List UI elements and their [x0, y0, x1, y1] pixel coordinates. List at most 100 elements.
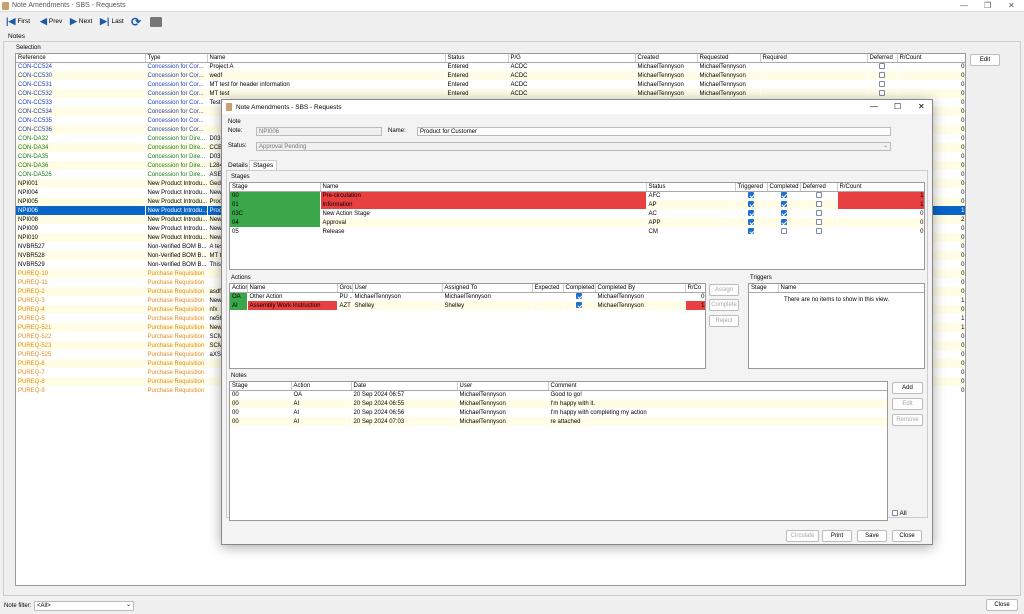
actions-column-header[interactable]: Expected — [532, 284, 564, 293]
all-checkbox[interactable] — [892, 510, 898, 517]
stages-column-header[interactable]: Name — [320, 183, 647, 192]
close-dialog-button[interactable]: Close — [892, 530, 922, 542]
tab-notes[interactable]: Notes — [8, 33, 25, 40]
reject-button[interactable]: Reject — [709, 315, 739, 327]
assign-button[interactable]: Assign — [709, 284, 739, 296]
actions-column-header[interactable]: Assigned To — [442, 284, 533, 293]
stages-column-header[interactable]: R/Count — [837, 183, 924, 192]
actions-column-header[interactable]: Completed — [563, 284, 596, 293]
triggered-checkbox[interactable] — [748, 210, 754, 217]
selection-column-header[interactable]: Reference — [16, 54, 146, 63]
selection-column-header[interactable]: Name — [207, 54, 446, 63]
close-main-button[interactable]: Close — [986, 599, 1018, 611]
refresh-button[interactable]: ⟳ — [131, 15, 143, 29]
deferred-checkbox[interactable] — [815, 219, 822, 226]
deferred-checkbox[interactable] — [815, 192, 822, 199]
stages-table[interactable]: Stage Name Status Triggered Completed Deferre… — [229, 182, 925, 270]
stage-row[interactable]: 00 Pre-circulation AFC 1 — [230, 191, 924, 200]
actions-column-header[interactable]: Completed By — [595, 284, 686, 293]
note-row[interactable]: 00 AI 20 Sep 2024 06:56 MichaelTennyson I'm … — [230, 408, 887, 417]
triggered-checkbox[interactable] — [748, 228, 754, 235]
triggers-table[interactable]: Stage Name There are no items to show in … — [748, 283, 925, 369]
first-button[interactable]: |◀ First — [6, 15, 30, 28]
note-row[interactable]: 00 AI 20 Sep 2024 07:03 MichaelTennyson re a… — [230, 417, 887, 426]
name-field[interactable]: Product for Customer — [417, 127, 891, 136]
deferred-checkbox[interactable] — [879, 72, 885, 79]
completed-checkbox[interactable] — [780, 228, 787, 235]
actions-column-header[interactable]: R/Co — [685, 284, 705, 293]
stages-column-header[interactable]: Completed — [767, 183, 801, 192]
triggered-checkbox[interactable] — [748, 219, 754, 226]
stage-row[interactable]: 05 Release CM 0 — [230, 227, 924, 236]
selection-column-header[interactable]: P/G — [508, 54, 636, 63]
deferred-checkbox[interactable] — [815, 210, 822, 217]
selection-column-header[interactable]: Required — [760, 54, 868, 63]
actions-table[interactable]: ActionNameGroupUserAssigned ToExpectedCo… — [229, 283, 706, 369]
deferred-checkbox[interactable] — [879, 90, 885, 97]
all-checkbox-row[interactable]: All — [892, 510, 907, 517]
table-row[interactable]: CON-CC524 Concession for Cor... Project AE… — [16, 62, 965, 71]
selection-column-header[interactable]: R/Count — [897, 54, 965, 63]
close-window-icon[interactable]: ✕ — [1008, 1, 1015, 10]
actions-column-header[interactable]: User — [352, 284, 443, 293]
completed-checkbox[interactable] — [780, 192, 787, 199]
actions-column-header[interactable]: Action — [230, 284, 248, 293]
table-row[interactable]: CON-CC530 Concession for Cor... wedf Entere… — [16, 71, 965, 80]
stages-column-header[interactable]: Deferred — [800, 183, 838, 192]
notes-column-header[interactable]: Comment — [548, 382, 887, 391]
remove-note-button[interactable]: Remove — [892, 414, 923, 426]
notes-column-header[interactable]: Date — [351, 382, 458, 391]
status-select[interactable]: Approval Pending ⌄ — [256, 142, 891, 151]
selection-column-header[interactable]: Created — [635, 54, 698, 63]
edit-note-button[interactable]: Edit — [892, 398, 923, 410]
completed-checkbox[interactable] — [780, 219, 787, 226]
note-row[interactable]: 00 OA 20 Sep 2024 06:57 MichaelTennyson Good… — [230, 390, 887, 399]
tab-stages[interactable]: Stages — [249, 160, 278, 170]
stage-row[interactable]: 03C New Action Stage AC 0 — [230, 209, 924, 218]
next-button[interactable]: ▶ Next — [70, 15, 92, 28]
dialog-maximize-icon[interactable]: ☐ — [894, 102, 901, 111]
deferred-checkbox[interactable] — [879, 81, 885, 88]
notes-column-header[interactable]: User — [457, 382, 549, 391]
dialog-minimize-icon[interactable]: — — [870, 102, 878, 111]
notes-table[interactable]: Stage Action Date User Comment 00 OA 20 Sep 20… — [229, 381, 888, 521]
triggers-column-header[interactable]: Name — [778, 284, 924, 293]
action-row[interactable]: AI Assembly Work Instruction AZT Shelley She… — [230, 301, 705, 310]
print-toolbar-button[interactable] — [150, 15, 162, 28]
stages-column-header[interactable]: Status — [646, 183, 736, 192]
actions-column-header[interactable]: Group — [337, 284, 353, 293]
selection-column-header[interactable]: Type — [145, 54, 208, 63]
action-row[interactable]: OAOther ActionPU ...MichaelTennysonMicha… — [230, 292, 705, 301]
minimize-icon[interactable]: — — [960, 1, 968, 10]
completed-checkbox[interactable] — [780, 201, 787, 208]
circulate-button[interactable]: Circulate — [786, 530, 819, 542]
table-row[interactable]: CON-CC531 Concession for Cor... MT test fo… — [16, 80, 965, 89]
actions-column-header[interactable]: Name — [247, 284, 338, 293]
selection-column-header[interactable]: Status — [445, 54, 509, 63]
tab-details[interactable]: Details — [228, 162, 248, 169]
table-row[interactable]: CON-CC532 Concession for Cor... MT test Ent… — [16, 89, 965, 98]
edit-selection-button[interactable]: Edit — [970, 54, 1000, 66]
deferred-checkbox[interactable] — [815, 228, 822, 235]
complete-button[interactable]: Complete — [709, 299, 739, 311]
add-note-button[interactable]: Add — [892, 382, 923, 394]
prev-button[interactable]: ◀ Prev — [40, 15, 62, 28]
triggered-checkbox[interactable] — [748, 192, 754, 199]
action-completed-checkbox[interactable] — [576, 302, 582, 309]
last-button[interactable]: ▶| Last — [100, 15, 124, 28]
note-filter-select[interactable]: <All> ⌄ — [34, 601, 134, 611]
stage-row[interactable]: 01 Information AP 1 — [230, 200, 924, 209]
selection-column-header[interactable]: Deferred — [867, 54, 898, 63]
notes-column-header[interactable]: Action — [291, 382, 352, 391]
completed-checkbox[interactable] — [780, 210, 787, 217]
deferred-checkbox[interactable] — [879, 63, 885, 70]
dialog-close-icon[interactable]: ✕ — [918, 102, 925, 111]
note-field[interactable]: NPI006 — [256, 127, 382, 136]
stages-column-header[interactable]: Triggered — [735, 183, 768, 192]
deferred-checkbox[interactable] — [815, 201, 822, 208]
stage-row[interactable]: 04 Approval APP 0 — [230, 218, 924, 227]
stages-column-header[interactable]: Stage — [230, 183, 321, 192]
selection-column-header[interactable]: Requested — [697, 54, 761, 63]
save-button[interactable]: Save — [857, 530, 887, 542]
triggered-checkbox[interactable] — [748, 201, 754, 208]
